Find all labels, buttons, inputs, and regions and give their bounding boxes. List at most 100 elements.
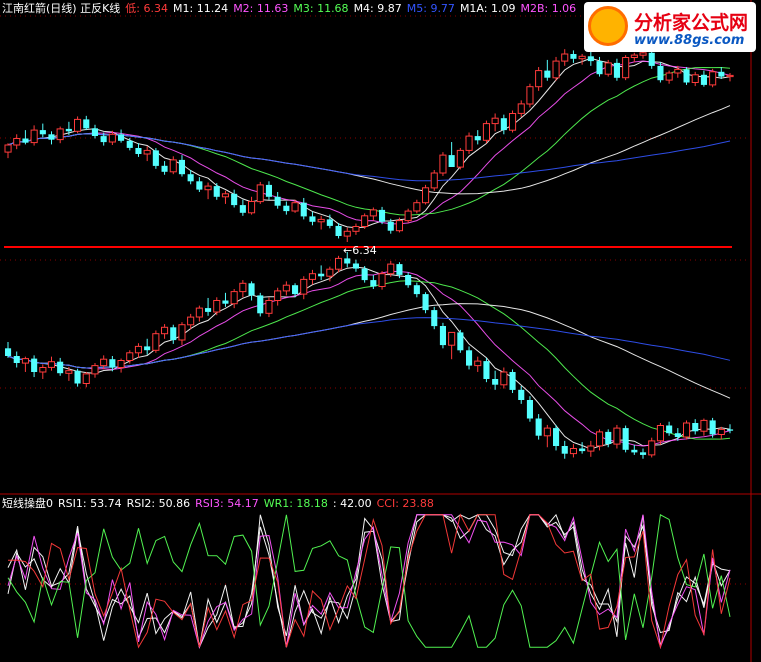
candle-body-lower-82 bbox=[717, 428, 725, 435]
candle-body-lower-2 bbox=[21, 358, 29, 364]
candle-body-lower-8 bbox=[74, 370, 81, 384]
candle-body-lower-61 bbox=[535, 418, 542, 436]
candle-body-upper-19 bbox=[169, 159, 177, 173]
candle-body-upper-47 bbox=[413, 202, 421, 212]
candle-body-upper-22 bbox=[196, 181, 203, 190]
candle-body-lower-4 bbox=[39, 367, 47, 373]
candle-body-lower-79 bbox=[692, 423, 699, 432]
candle-body-upper-18 bbox=[161, 165, 168, 172]
main-legend-item-0: 江南红箭(日线) 正反K线 bbox=[2, 2, 121, 15]
candle-body-lower-27 bbox=[239, 282, 247, 293]
ma-line-M3-upper bbox=[7, 66, 731, 216]
candle-body-lower-44 bbox=[387, 263, 395, 275]
watermark-url: www.88gs.com bbox=[634, 33, 745, 48]
candle-body-lower-74 bbox=[648, 440, 656, 456]
main-legend-item-7: M1A: 1.09 bbox=[459, 2, 516, 15]
indicator-legend-item-0: 短线操盘0 bbox=[2, 497, 53, 510]
main-legend-item-5: M4: 9.87 bbox=[353, 2, 402, 15]
candle-body-upper-56 bbox=[491, 117, 499, 125]
candle-body-lower-38 bbox=[335, 257, 343, 270]
candle-body-lower-70 bbox=[613, 427, 621, 445]
candle-body-upper-52 bbox=[456, 149, 464, 168]
candle-body-lower-34 bbox=[300, 278, 308, 295]
candle-body-upper-40 bbox=[352, 226, 360, 232]
main-legend-item-8: M2B: 1.06 bbox=[520, 2, 577, 15]
candle-body-upper-75 bbox=[657, 65, 664, 81]
candle-body-upper-83 bbox=[726, 74, 734, 78]
candle-body-lower-36 bbox=[318, 273, 325, 277]
candle-body-upper-62 bbox=[544, 70, 551, 78]
candle-body-lower-81 bbox=[709, 420, 716, 435]
candle-body-lower-50 bbox=[439, 326, 446, 346]
candle-body-upper-41 bbox=[361, 215, 369, 228]
candle-body-upper-17 bbox=[152, 150, 159, 166]
candle-body-upper-66 bbox=[578, 55, 586, 60]
candle-body-lower-26 bbox=[230, 291, 238, 305]
indicator-legend-item-1: RSI1: 53.74 bbox=[58, 497, 122, 510]
candle-body-upper-60 bbox=[526, 86, 534, 105]
candle-body-lower-43 bbox=[378, 273, 386, 288]
ma-line-M1-lower bbox=[7, 266, 731, 450]
indicator-lines bbox=[7, 513, 731, 650]
candle-body-upper-44 bbox=[387, 221, 394, 231]
indicator-legend-item-6: CCI: 23.88 bbox=[376, 497, 434, 510]
candle-body-upper-16 bbox=[143, 149, 151, 155]
candle-body-upper-82 bbox=[718, 71, 725, 77]
candle-body-lower-55 bbox=[483, 361, 490, 379]
indicator-legend-item-4: WR1: 18.18 bbox=[263, 497, 328, 510]
candle-body-upper-76 bbox=[665, 72, 673, 81]
candle-body-lower-7 bbox=[65, 370, 73, 374]
candle-body-upper-71 bbox=[622, 57, 630, 79]
candle-body-upper-33 bbox=[291, 202, 299, 212]
candle-body-upper-35 bbox=[309, 216, 316, 222]
candle-body-upper-80 bbox=[700, 74, 707, 85]
candle-body-upper-46 bbox=[404, 210, 412, 222]
candle-body-lower-53 bbox=[466, 350, 473, 366]
candle-body-lower-47 bbox=[413, 285, 420, 295]
indicator-legend: 短线操盘0 RSI1: 53.74 RSI2: 50.86 RSI3: 54.17 WR… bbox=[2, 497, 439, 511]
candle-body-upper-77 bbox=[674, 68, 682, 74]
candle-body-upper-26 bbox=[231, 193, 238, 206]
candle-body-upper-48 bbox=[422, 187, 430, 204]
candle-body-upper-13 bbox=[118, 134, 125, 141]
candle-body-lower-25 bbox=[222, 300, 229, 304]
candle-body-upper-29 bbox=[256, 184, 264, 203]
candle-body-lower-65 bbox=[569, 448, 578, 455]
stock-chart[interactable] bbox=[0, 0, 761, 662]
candle-body-lower-71 bbox=[622, 428, 629, 450]
ma-line-M2-lower bbox=[7, 270, 731, 447]
candle-body-lower-5 bbox=[47, 361, 56, 368]
candle-body-upper-74 bbox=[648, 52, 655, 66]
ma-line-M5-upper bbox=[7, 133, 731, 182]
main-legend-item-4: M3: 11.68 bbox=[293, 2, 349, 15]
candle-body-lower-18 bbox=[161, 326, 169, 335]
candle-body-lower-73 bbox=[640, 452, 647, 455]
candle-body-lower-63 bbox=[553, 428, 560, 446]
candle-body-upper-0 bbox=[4, 144, 12, 153]
candle-body-lower-76 bbox=[666, 425, 673, 434]
candle-body-lower-48 bbox=[422, 294, 429, 311]
candle-body-lower-49 bbox=[431, 310, 438, 327]
candle-body-lower-15 bbox=[134, 345, 142, 354]
indicator-legend-item-5: : 42.00 bbox=[332, 497, 372, 510]
candle-body-lower-68 bbox=[596, 431, 604, 447]
candle-body-upper-3 bbox=[30, 129, 38, 144]
main-legend-item-6: M5: 9.77 bbox=[406, 2, 455, 15]
candle-body-upper-70 bbox=[613, 62, 620, 78]
candle-body-lower-35 bbox=[308, 273, 316, 280]
candle-body-upper-54 bbox=[474, 136, 481, 141]
candle-body-lower-45 bbox=[396, 264, 403, 275]
candle-body-upper-72 bbox=[630, 54, 638, 58]
candle-body-upper-15 bbox=[135, 148, 142, 154]
candle-body-upper-27 bbox=[239, 205, 246, 213]
ma-line-M5-lower bbox=[7, 317, 731, 369]
candle-body-upper-23 bbox=[204, 185, 212, 191]
main-legend-item-2: M1: 11.24 bbox=[173, 2, 229, 15]
candle-body-upper-4 bbox=[39, 130, 46, 135]
candle-body-lower-83 bbox=[727, 429, 734, 431]
candle-body-lower-77 bbox=[674, 433, 681, 437]
candle-body-lower-12 bbox=[109, 359, 116, 368]
candle-body-upper-25 bbox=[221, 193, 229, 198]
main-legend-item-1: 低: 6.34 bbox=[125, 2, 168, 15]
candle-body-upper-38 bbox=[335, 225, 342, 236]
